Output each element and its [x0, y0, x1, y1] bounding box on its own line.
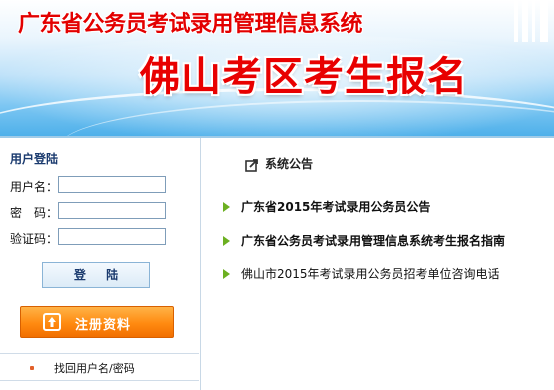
captcha-label: 验证码：	[10, 232, 59, 246]
news-item-title[interactable]: 广东省2015年考试录用公务员公告	[241, 198, 430, 215]
arrow-up-icon	[43, 313, 61, 331]
arrow-right-icon	[223, 202, 230, 212]
username-label: 用户名：	[10, 180, 59, 194]
external-link-icon	[245, 157, 259, 172]
news-item-title[interactable]: 广东省公务员考试录用管理信息系统考生报名指南	[241, 232, 505, 249]
arrow-right-icon	[223, 236, 230, 246]
announcements-title: 系统公告	[265, 157, 314, 171]
find-account-link[interactable]: 找回用户名/密码	[54, 360, 135, 376]
password-label: 密 码：	[10, 206, 59, 220]
register-button-label: 注册资料	[75, 318, 132, 333]
captcha-input[interactable]	[58, 228, 166, 245]
banner-decoration	[510, 0, 554, 42]
register-button[interactable]: 注册资料	[20, 306, 174, 338]
announcements-panel: 系统公告 广东省2015年考试录用公务员公告 广东省公务员考试录用管理信息系统考…	[201, 138, 554, 390]
header-banner: 广东省公务员考试录用管理信息系统 佛山考区考生报名	[0, 0, 554, 136]
bullet-icon	[30, 366, 34, 370]
login-sidebar: 用户登陆 用户名： 密 码： 验证码： 登 陆 注册资料 找回用户名/密码	[0, 138, 201, 390]
login-button[interactable]: 登 陆	[42, 262, 150, 288]
news-item-title[interactable]: 佛山市2015年考试录用公务员招考单位咨询电话	[241, 265, 500, 282]
divider	[0, 353, 199, 354]
page-title: 佛山考区考生报名	[140, 54, 468, 100]
system-title: 广东省公务员考试录用管理信息系统	[18, 12, 363, 37]
login-title: 用户登陆	[10, 152, 59, 166]
password-input[interactable]	[58, 202, 166, 219]
username-input[interactable]	[58, 176, 166, 193]
arrow-right-icon	[223, 269, 230, 279]
divider	[0, 380, 199, 381]
